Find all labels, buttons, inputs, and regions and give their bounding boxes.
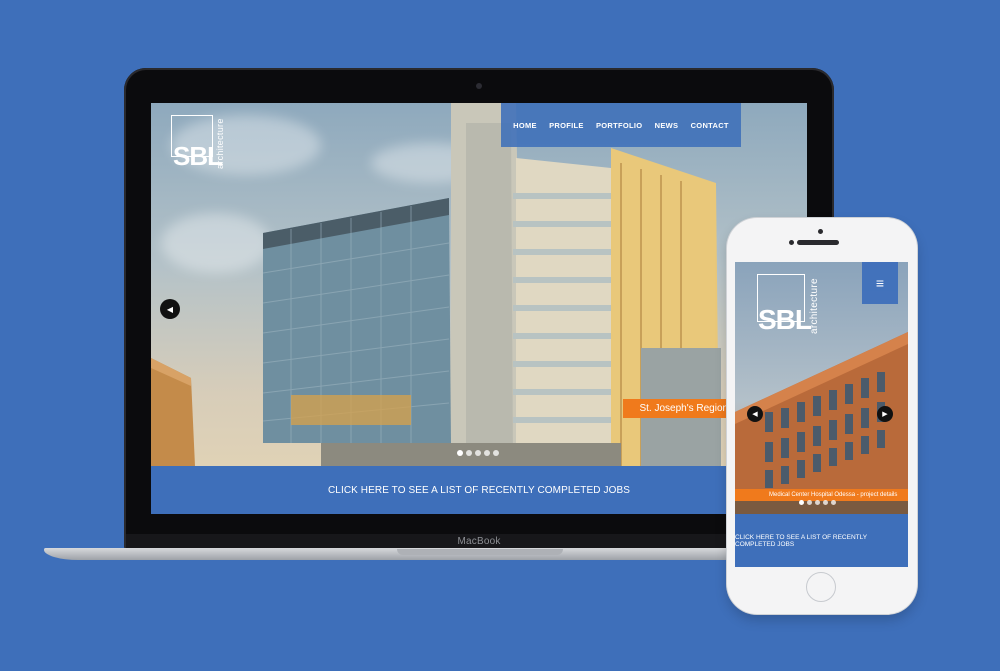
laptop-notch [397,549,563,555]
chevron-left-icon: ◀ [752,411,758,418]
mobile-site-logo[interactable]: SBL architecture [757,274,827,336]
slider-dot[interactable] [815,500,820,505]
site-logo[interactable]: SBL architecture [171,115,231,171]
mobile-hero-slider: ≡ SBL architecture ◀ ▶ Medical Center Ho… [735,262,908,514]
chevron-left-icon: ◀ [166,304,174,314]
slider-dot[interactable] [493,450,499,456]
nav-portfolio[interactable]: PORTFOLIO [596,121,642,130]
phone-speaker [797,240,839,245]
hero-slider: HOME PROFILE PORTFOLIO NEWS CONTACT SBL … [151,103,807,466]
completed-jobs-link[interactable]: CLICK HERE TO SEE A LIST OF RECENTLY COM… [151,466,807,514]
phone-home-button[interactable] [806,572,836,602]
nav-home[interactable]: HOME [513,121,537,130]
slider-dot[interactable] [475,450,481,456]
chevron-right-icon: ▶ [882,411,888,418]
mobile-completed-jobs-link[interactable]: CLICK HERE TO SEE A LIST OF RECENTLY COM… [735,514,908,567]
main-nav: HOME PROFILE PORTFOLIO NEWS CONTACT [501,103,741,147]
slider-dots [457,450,499,456]
mobile-slider-dots [799,500,836,505]
logo-subtitle: architecture [809,278,820,334]
logo-text: SBL [758,304,812,335]
mobile-slider-next-button[interactable]: ▶ [877,406,893,422]
slider-dot[interactable] [484,450,490,456]
mobile-slider-prev-button[interactable]: ◀ [747,406,763,422]
phone-front-camera [818,229,823,234]
phone-sensor [789,240,794,245]
nav-profile[interactable]: PROFILE [549,121,584,130]
slider-dot[interactable] [823,500,828,505]
slider-dot[interactable] [799,500,804,505]
desktop-site: HOME PROFILE PORTFOLIO NEWS CONTACT SBL … [151,103,807,514]
macbook-label: MacBook [457,536,501,547]
webcam [476,83,482,89]
logo-subtitle: architecture [215,118,225,169]
nav-news[interactable]: NEWS [655,121,679,130]
slider-dot[interactable] [466,450,472,456]
slider-dot[interactable] [807,500,812,505]
mobile-menu-button[interactable]: ≡ [862,262,898,304]
mobile-site: ≡ SBL architecture ◀ ▶ Medical Center Ho… [735,262,908,567]
hamburger-menu-icon: ≡ [875,275,885,291]
slider-dot[interactable] [457,450,463,456]
nav-contact[interactable]: CONTACT [691,121,729,130]
slider-prev-button[interactable]: ◀ [160,299,180,319]
slider-dot[interactable] [831,500,836,505]
